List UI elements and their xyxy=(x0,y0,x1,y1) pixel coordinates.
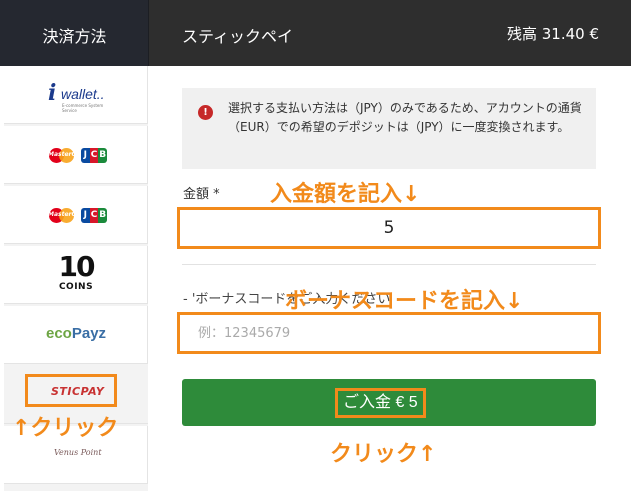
annotation-bonus: ボーナスコードを記入↓ xyxy=(285,289,524,314)
annotation-amount: 入金額を記入↓ xyxy=(270,182,421,207)
payment-methods-label: 決済方法 xyxy=(42,27,107,46)
method-title: スティックペイ xyxy=(182,27,294,46)
annotation-deposit: クリック↑ xyxy=(330,442,437,467)
bonus-code-input[interactable] xyxy=(177,312,601,354)
amount-input[interactable] xyxy=(177,207,601,249)
iwallet-logo: i wallet.. E-commerce System Service xyxy=(48,80,105,113)
sidebar-item-ecopayz[interactable]: ecoPayz xyxy=(4,306,148,364)
venuspoint-logo: Venus Point xyxy=(54,448,102,457)
ecopayz-logo: ecoPayz xyxy=(46,325,107,342)
mastercard-icon: MasterCard xyxy=(47,147,87,164)
annotation-sticpay: ↑クリック xyxy=(12,416,119,441)
currency-notice: ! 選択する支払い方法は（JPY）のみであるため、アカウントの通貨（EUR）での… xyxy=(182,88,596,169)
amount-label: 金額 * xyxy=(183,187,220,202)
sidebar-item-mastercard-jcb[interactable]: MasterCard JCB xyxy=(4,126,148,184)
mastercard-icon: MasterCard xyxy=(47,207,87,224)
balance: 残高 31.40 € xyxy=(506,25,599,43)
alert-icon: ! xyxy=(198,105,213,120)
mastercard-jcb-logo: MasterCard JCB xyxy=(47,147,109,164)
sidebar-item-iwallet[interactable]: i wallet.. E-commerce System Service xyxy=(4,66,148,124)
mastercard-jcb-logo: MasterCard JCB xyxy=(47,207,109,224)
divider xyxy=(182,264,596,265)
sticpay-highlight-box xyxy=(25,374,117,407)
sidebar-item-mastercard-jcb-2[interactable]: MasterCard JCB xyxy=(4,186,148,244)
sidebar-item-10coins[interactable]: 10 COINS xyxy=(4,246,148,304)
header: 決済方法 スティックペイ 残高 31.40 € xyxy=(0,0,631,66)
jcb-icon: JCB xyxy=(81,208,108,223)
10coins-logo: 10 COINS xyxy=(58,250,96,293)
jcb-icon: JCB xyxy=(81,148,108,163)
deposit-button-label: ご入金 € 5 xyxy=(335,388,426,418)
notice-text: 選択する支払い方法は（JPY）のみであるため、アカウントの通貨（EUR）での希望… xyxy=(228,101,582,134)
payment-methods-header: 決済方法 xyxy=(0,0,149,66)
deposit-button[interactable]: ご入金 € 5 xyxy=(182,379,596,426)
